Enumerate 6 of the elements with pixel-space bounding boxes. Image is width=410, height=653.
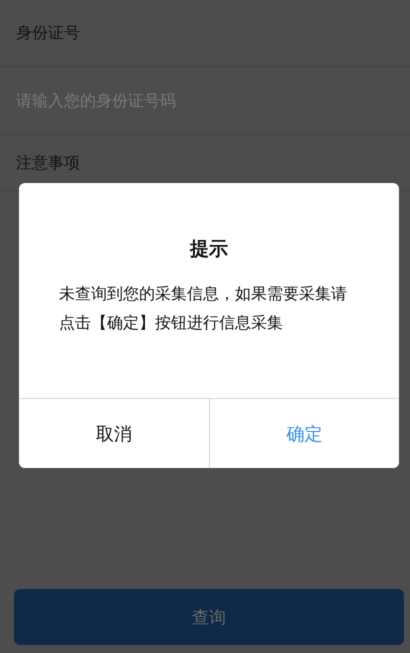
dialog-message: 未查询到您的采集信息，如果需要采集请点击【确定】按钮进行信息采集 xyxy=(59,283,348,334)
section-title: 注意事项 xyxy=(16,153,80,174)
query-button[interactable]: 查询 xyxy=(14,589,404,645)
confirm-button[interactable]: 确定 xyxy=(208,399,399,468)
dialog-title: 提示 xyxy=(190,237,228,262)
field-label: 身份证号 xyxy=(16,22,80,44)
